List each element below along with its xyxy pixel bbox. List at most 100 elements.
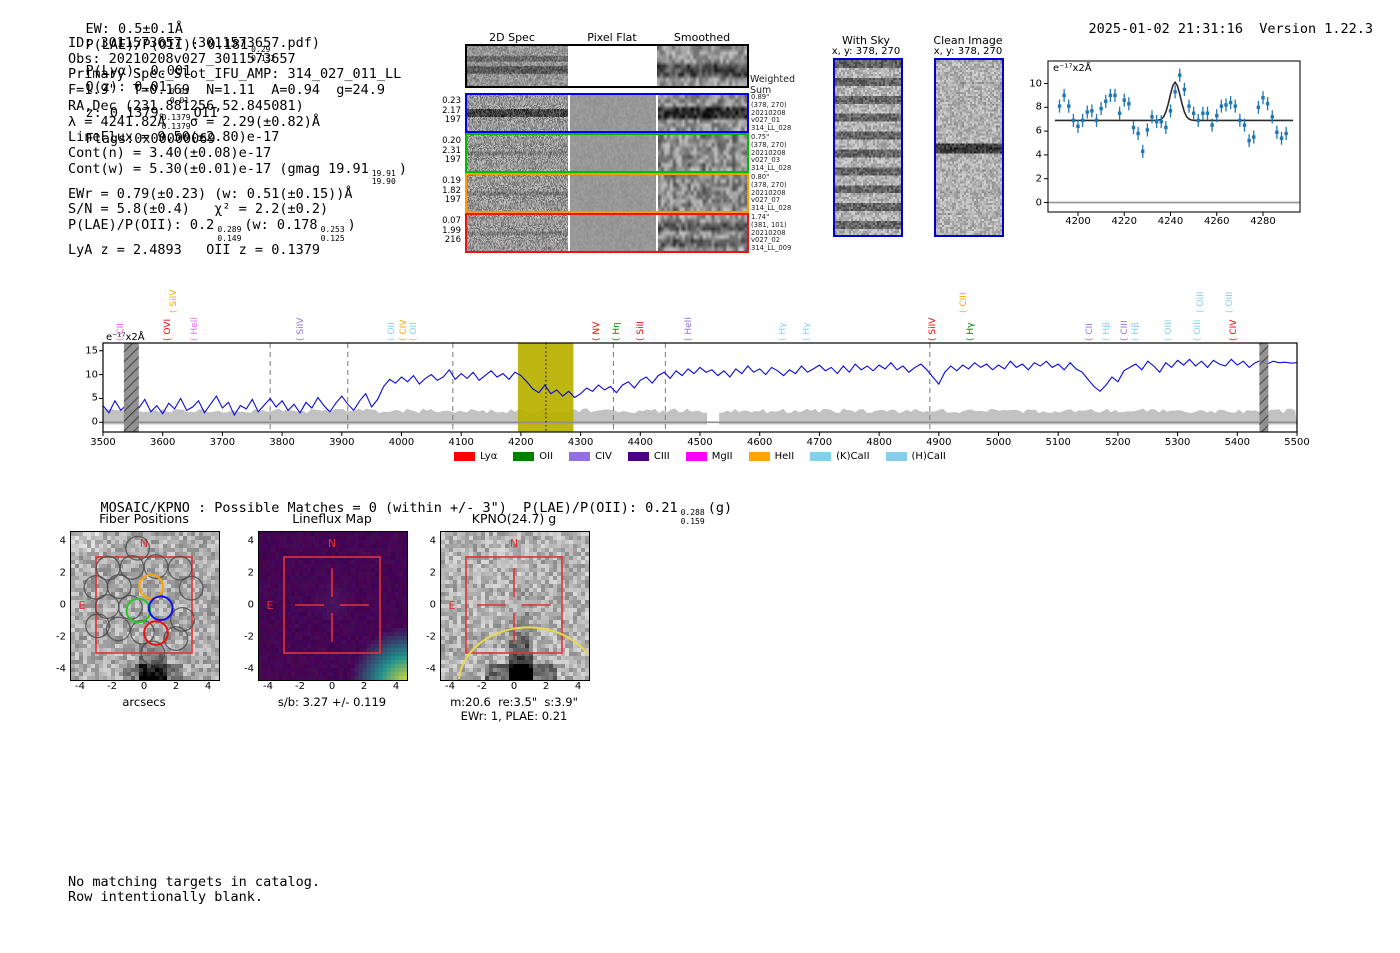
line-label-siiv: ( SiIV bbox=[928, 318, 938, 341]
spec2d-row-3 bbox=[465, 173, 749, 213]
tick-label: 4 bbox=[205, 681, 211, 692]
tick-label: -4 bbox=[426, 664, 436, 675]
info-cont-n: Cont(n) = 3.40(±0.08)e-17 bbox=[68, 146, 407, 162]
legend-label: CIV bbox=[595, 451, 612, 462]
legend-swatch bbox=[628, 452, 649, 461]
line-label-hγ: ( Hγ bbox=[802, 323, 812, 341]
tick-label: 0 bbox=[60, 600, 66, 611]
line-label-ovi: ( OVI bbox=[163, 319, 173, 341]
tick-label: 8 bbox=[1036, 102, 1042, 113]
line-label-siii: ( SiII bbox=[636, 321, 646, 341]
kpno-title: KPNO(24.7) g bbox=[440, 511, 588, 526]
line-label-oiii: ( OIII bbox=[1193, 320, 1203, 341]
line-label-nv: ( NV bbox=[592, 322, 602, 341]
row-right-meta: 0.75" (378, 270) 20210208 v027_03 314_LL_028 bbox=[751, 134, 791, 173]
line-label-hγ: ( Hγ bbox=[966, 323, 976, 341]
legend-swatch bbox=[810, 452, 831, 461]
line-label-siiv: ( SiIV bbox=[296, 318, 306, 341]
fiber-positions-title: Fiber Positions bbox=[70, 511, 218, 526]
row-smoothed-image bbox=[658, 135, 747, 171]
row-pixelflat-image bbox=[570, 215, 656, 251]
row-left-stats: 0.20 2.31 197 bbox=[433, 137, 461, 166]
fiber-positions-panel bbox=[70, 531, 220, 681]
tick-label: 6 bbox=[1036, 126, 1042, 137]
legend-swatch bbox=[749, 452, 770, 461]
line-label-cii: ( CII bbox=[1085, 323, 1095, 341]
line-label-oiii: ( OIII bbox=[1225, 292, 1235, 313]
row-smoothed-image bbox=[658, 215, 747, 251]
tick-label: 4 bbox=[575, 681, 581, 692]
legend-item-hcaii: (H)CaII bbox=[886, 451, 946, 462]
with-sky-coords: x, y: 378, 270 bbox=[826, 46, 906, 57]
legend-label: (K)CaII bbox=[836, 451, 869, 462]
legend-item-lyα: Lyα bbox=[454, 451, 497, 462]
legend-label: OII bbox=[539, 451, 553, 462]
info-redshifts: LyA z = 2.4893 OII z = 0.1379 bbox=[68, 243, 407, 259]
tick-label: -4 bbox=[263, 681, 273, 692]
header-datetime: 2025-01-02 21:31:16 Version 1.22.3 bbox=[1056, 5, 1373, 53]
tick-label: 4 bbox=[1036, 149, 1042, 160]
detection-info-block: ID: 3011573657 (3011573657.pdf) Obs: 202… bbox=[68, 36, 407, 259]
line-label-heii: ( HeII bbox=[684, 317, 694, 341]
tick-label: 2 bbox=[543, 681, 549, 692]
legend-item-kcaii: (K)CaII bbox=[810, 451, 869, 462]
line-label-ciii: ( CIII bbox=[1120, 320, 1130, 341]
legend-swatch bbox=[569, 452, 590, 461]
tick-label: -4 bbox=[75, 681, 85, 692]
line-label-hη: ( Hη bbox=[612, 322, 622, 341]
info-cont-w: Cont(w) = 5.30(±0.01)e-17 (gmag 19.91 19.… bbox=[68, 162, 407, 187]
tick-label: 0 bbox=[1036, 197, 1042, 208]
fiber-positions-image bbox=[71, 532, 219, 680]
tick-label: 10 bbox=[1029, 78, 1042, 89]
tick-label: 2 bbox=[361, 681, 367, 692]
legend-swatch bbox=[513, 452, 534, 461]
line-label-civ: ( CIV bbox=[1229, 320, 1239, 341]
legend-label: HeII bbox=[775, 451, 795, 462]
tick-label: 2 bbox=[173, 681, 179, 692]
tick-label: -2 bbox=[56, 632, 66, 643]
info-radec: RA,Dec (231.881256,52.845081) bbox=[68, 99, 407, 115]
spec2d-row-1 bbox=[465, 93, 749, 133]
tick-label: 0 bbox=[92, 417, 98, 428]
line-label-ciii: ( CIII bbox=[959, 292, 969, 313]
info-sn-chi2: S/N = 5.8(±0.4) χ² = 2.2(±0.2) bbox=[68, 202, 407, 218]
info-obs: Obs: 20210208v027_3011573657 bbox=[68, 52, 407, 68]
tick-label: 2 bbox=[248, 568, 254, 579]
legend-item-ciii: CIII bbox=[628, 451, 670, 462]
with-sky-panel bbox=[833, 58, 903, 237]
line-label-hγ: ( Hγ bbox=[778, 323, 788, 341]
clean-image bbox=[936, 60, 1002, 235]
lineflux-map-panel bbox=[258, 531, 408, 681]
tick-label: 15 bbox=[85, 345, 98, 356]
row-left-stats: 0.19 1.82 197 bbox=[433, 177, 461, 206]
tick-label: -2 bbox=[295, 681, 305, 692]
line-label-oiii: ( OIII bbox=[1164, 320, 1174, 341]
row-right-meta: 1.74" (381, 101) 20210208 v027_02 314_LL_009 bbox=[751, 214, 791, 253]
line-label-cii: ( CII bbox=[116, 323, 126, 341]
weighted-sum-row bbox=[465, 44, 749, 88]
kpno-caption-2: EWr: 1, PLAE: 0.21 bbox=[430, 709, 598, 723]
legend-swatch bbox=[886, 452, 907, 461]
tick-label: -4 bbox=[445, 681, 455, 692]
fiber-xaxis-label: arcsecs bbox=[70, 695, 218, 709]
tick-label: -2 bbox=[107, 681, 117, 692]
tick-label: 2 bbox=[60, 568, 66, 579]
info-plae: P(LAE)/P(OII): 0.2 0.289 0.149 (w: 0.178 0.2… bbox=[68, 218, 407, 243]
tick-label: 5 bbox=[92, 393, 98, 404]
line-label-oiii: ( OIII bbox=[1196, 292, 1206, 313]
tick-label: 10 bbox=[85, 369, 98, 380]
info-lineflux: LineFlux = 9.50(±2.80)e-17 bbox=[68, 130, 407, 146]
row-2dspec-image bbox=[467, 135, 568, 171]
line-label-heii: ( HeII bbox=[190, 317, 200, 341]
info-wavelength: λ = 4241.82Å σ = 2.29(±0.82)Å bbox=[68, 115, 407, 131]
legend-label: CIII bbox=[654, 451, 670, 462]
lineflux-map-image bbox=[259, 532, 407, 680]
lineflux-caption: s/b: 3.27 +/- 0.119 bbox=[248, 695, 416, 709]
row-pixelflat-image bbox=[570, 95, 656, 131]
clean-image-panel bbox=[934, 58, 1004, 237]
legend-label: MgII bbox=[712, 451, 733, 462]
tick-label: 4220 bbox=[1112, 216, 1137, 227]
version-label: Version 1.22.3 bbox=[1259, 21, 1373, 37]
tick-label: -2 bbox=[426, 632, 436, 643]
legend-item-civ: CIV bbox=[569, 451, 612, 462]
